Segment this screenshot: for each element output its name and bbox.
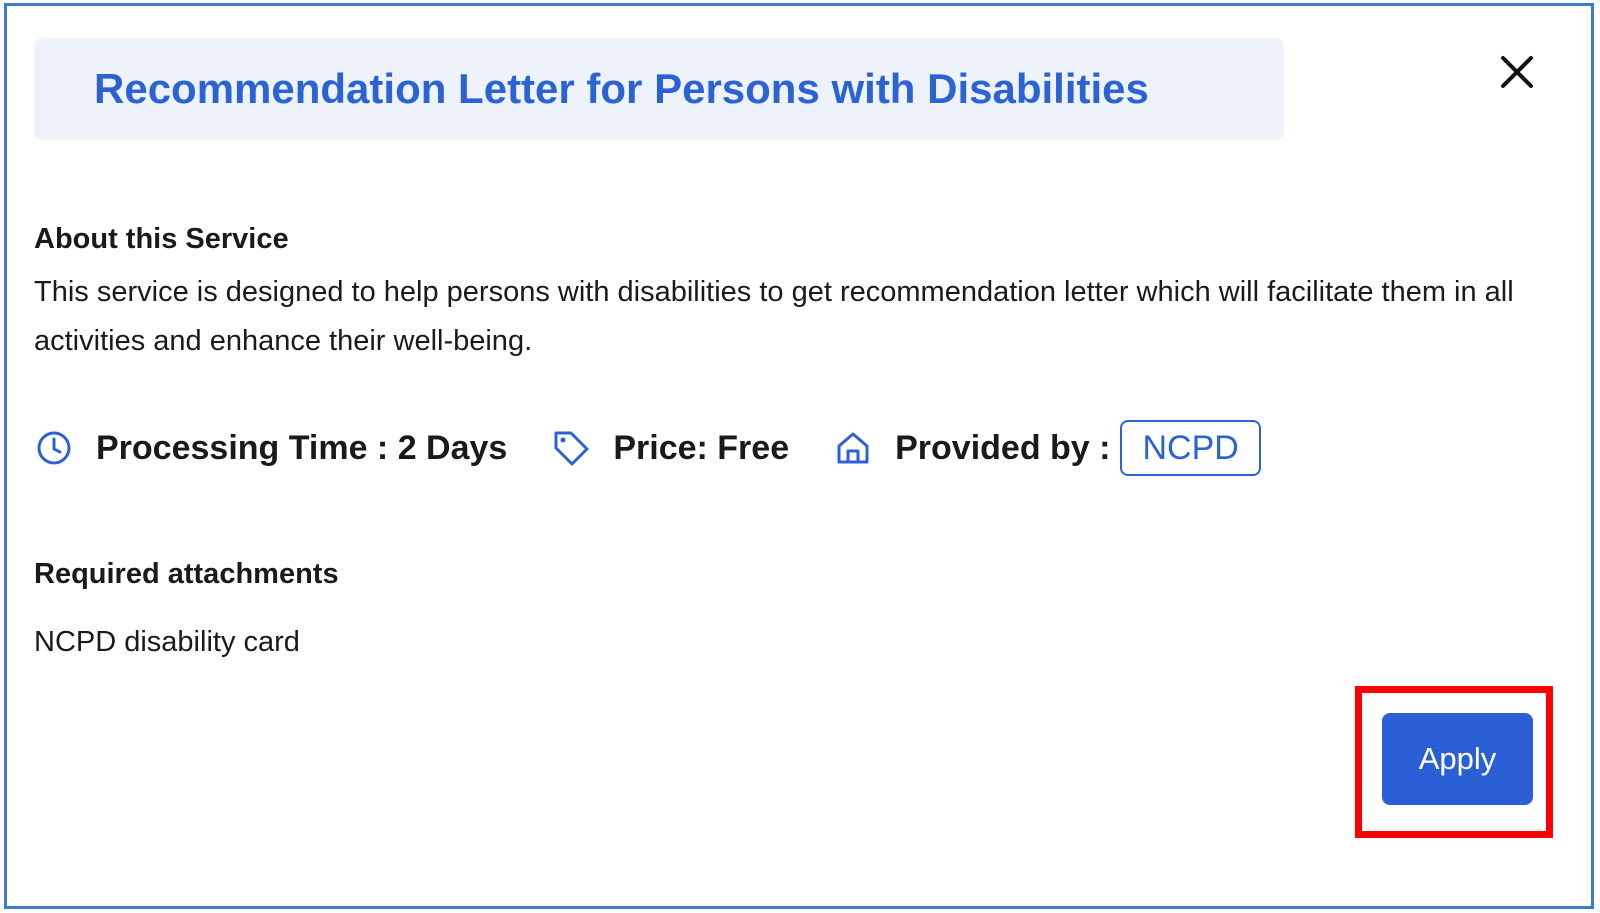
processing-time: Processing Time : 2 Days	[96, 428, 508, 467]
about-heading: About this Service	[34, 223, 289, 255]
apply-button[interactable]: Apply	[1382, 713, 1533, 805]
about-description: This service is designed to help persons…	[34, 276, 1514, 357]
attachments-heading: Required attachments	[34, 558, 339, 590]
close-button[interactable]	[1497, 52, 1537, 92]
service-modal: Recommendation Letter for Persons with D…	[4, 3, 1594, 909]
provided-by-label: Provided by :	[895, 428, 1111, 467]
price: Price: Free	[613, 428, 790, 467]
attachment-item: NCPD disability card	[34, 626, 300, 658]
close-icon	[1501, 56, 1533, 88]
modal-title: Recommendation Letter for Persons with D…	[94, 65, 1149, 112]
provider-badge[interactable]: NCPD	[1120, 420, 1261, 476]
title-banner: Recommendation Letter for Persons with D…	[34, 38, 1284, 140]
service-meta-row: Processing Time : 2 Days Price: Free Pro…	[34, 420, 1261, 476]
clock-icon	[34, 428, 74, 468]
home-icon	[833, 428, 873, 468]
tag-icon	[551, 428, 591, 468]
